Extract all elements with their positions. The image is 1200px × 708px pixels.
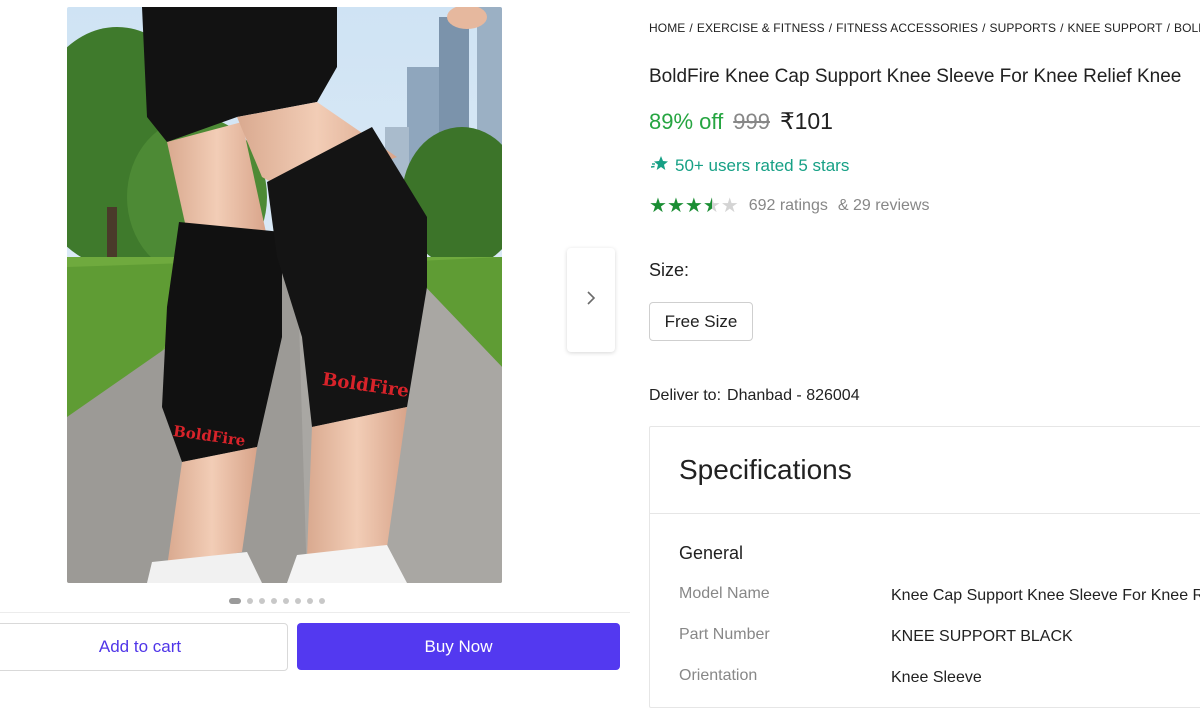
breadcrumb-boldfire[interactable]: BOLDFIRE: [1174, 21, 1200, 35]
size-option-free-size[interactable]: Free Size: [649, 302, 753, 341]
breadcrumb-home[interactable]: HOME: [649, 21, 685, 35]
specifications-card: Specifications General Model Name Knee C…: [649, 426, 1200, 708]
reviews-count: & 29 reviews: [837, 197, 930, 214]
top-rated-text: 50+ users rated 5 stars: [675, 155, 850, 175]
carousel-dot[interactable]: [307, 598, 313, 604]
breadcrumb-supports[interactable]: SUPPORTS: [990, 21, 1057, 35]
carousel-dot[interactable]: [247, 598, 253, 604]
ratings-count: 692 ratings: [748, 197, 828, 214]
breadcrumb-fitness-accessories[interactable]: FITNESS ACCESSORIES: [836, 21, 978, 35]
breadcrumb-separator: /: [982, 21, 986, 35]
breadcrumb-separator: /: [1060, 21, 1064, 35]
image-carousel-dots: [229, 597, 325, 605]
breadcrumb: HOME / EXERCISE & FITNESS / FITNESS ACCESSOR…: [649, 21, 1200, 35]
ratings-row[interactable]: ★ ★ ★ ★ ★ 692 ratings & 29 reviews: [649, 196, 929, 216]
add-to-cart-button[interactable]: Add to cart: [0, 623, 288, 671]
breadcrumb-knee-support[interactable]: KNEE SUPPORT: [1068, 21, 1163, 35]
buy-now-button[interactable]: Buy Now: [297, 623, 620, 670]
original-price: 999: [733, 109, 770, 134]
carousel-dot[interactable]: [229, 598, 241, 604]
size-label: Size:: [649, 260, 690, 280]
discount-percent: 89% off: [649, 109, 724, 134]
breadcrumb-separator: /: [828, 21, 833, 35]
spec-key: Model Name: [679, 585, 770, 602]
next-image-button[interactable]: [567, 248, 615, 352]
breadcrumb-separator: /: [1166, 21, 1170, 35]
delivery-location[interactable]: Deliver to: Dhanbad - 826004: [649, 387, 860, 405]
product-photo-illustration: [67, 7, 502, 583]
sparkle-star-icon: [650, 155, 669, 176]
chevron-right-icon: [585, 290, 597, 311]
deliver-to-label: Deliver to:: [649, 387, 722, 404]
specifications-title: Specifications: [679, 454, 852, 485]
price-row: 89% off 999 ₹101: [649, 108, 833, 135]
top-rated-badge: 50+ users rated 5 stars: [650, 155, 850, 176]
carousel-dot[interactable]: [259, 598, 265, 604]
spec-value: Knee Cap Support Knee Sleeve For Knee R: [891, 587, 1200, 604]
product-title: BoldFire Knee Cap Support Knee Sleeve Fo…: [649, 66, 1182, 87]
carousel-dot[interactable]: [319, 598, 325, 604]
selling-price: ₹101: [779, 108, 833, 134]
delivery-pincode: Dhanbad - 826004: [727, 387, 860, 404]
carousel-dot[interactable]: [271, 598, 277, 604]
star-rating: ★ ★ ★ ★ ★: [649, 196, 739, 216]
spec-value: KNEE SUPPORT BLACK: [891, 628, 1073, 645]
star-icon: ★: [649, 195, 667, 217]
spec-group-title: General: [679, 543, 744, 563]
star-icon: ★: [720, 195, 739, 217]
star-icon: ★: [684, 195, 703, 217]
product-image[interactable]: BoldFire BoldFire: [67, 7, 502, 583]
star-icon: ★: [702, 195, 721, 217]
spec-key: Orientation: [679, 667, 758, 684]
carousel-dot[interactable]: [283, 598, 289, 604]
spec-value: Knee Sleeve: [891, 669, 982, 686]
carousel-dot[interactable]: [295, 598, 301, 604]
star-icon: ★: [666, 195, 685, 217]
breadcrumb-separator: /: [689, 21, 693, 35]
spec-key: Part Number: [679, 626, 770, 643]
breadcrumb-exercise-fitness[interactable]: EXERCISE & FITNESS: [697, 21, 825, 35]
specifications-header: Specifications: [650, 427, 1200, 514]
